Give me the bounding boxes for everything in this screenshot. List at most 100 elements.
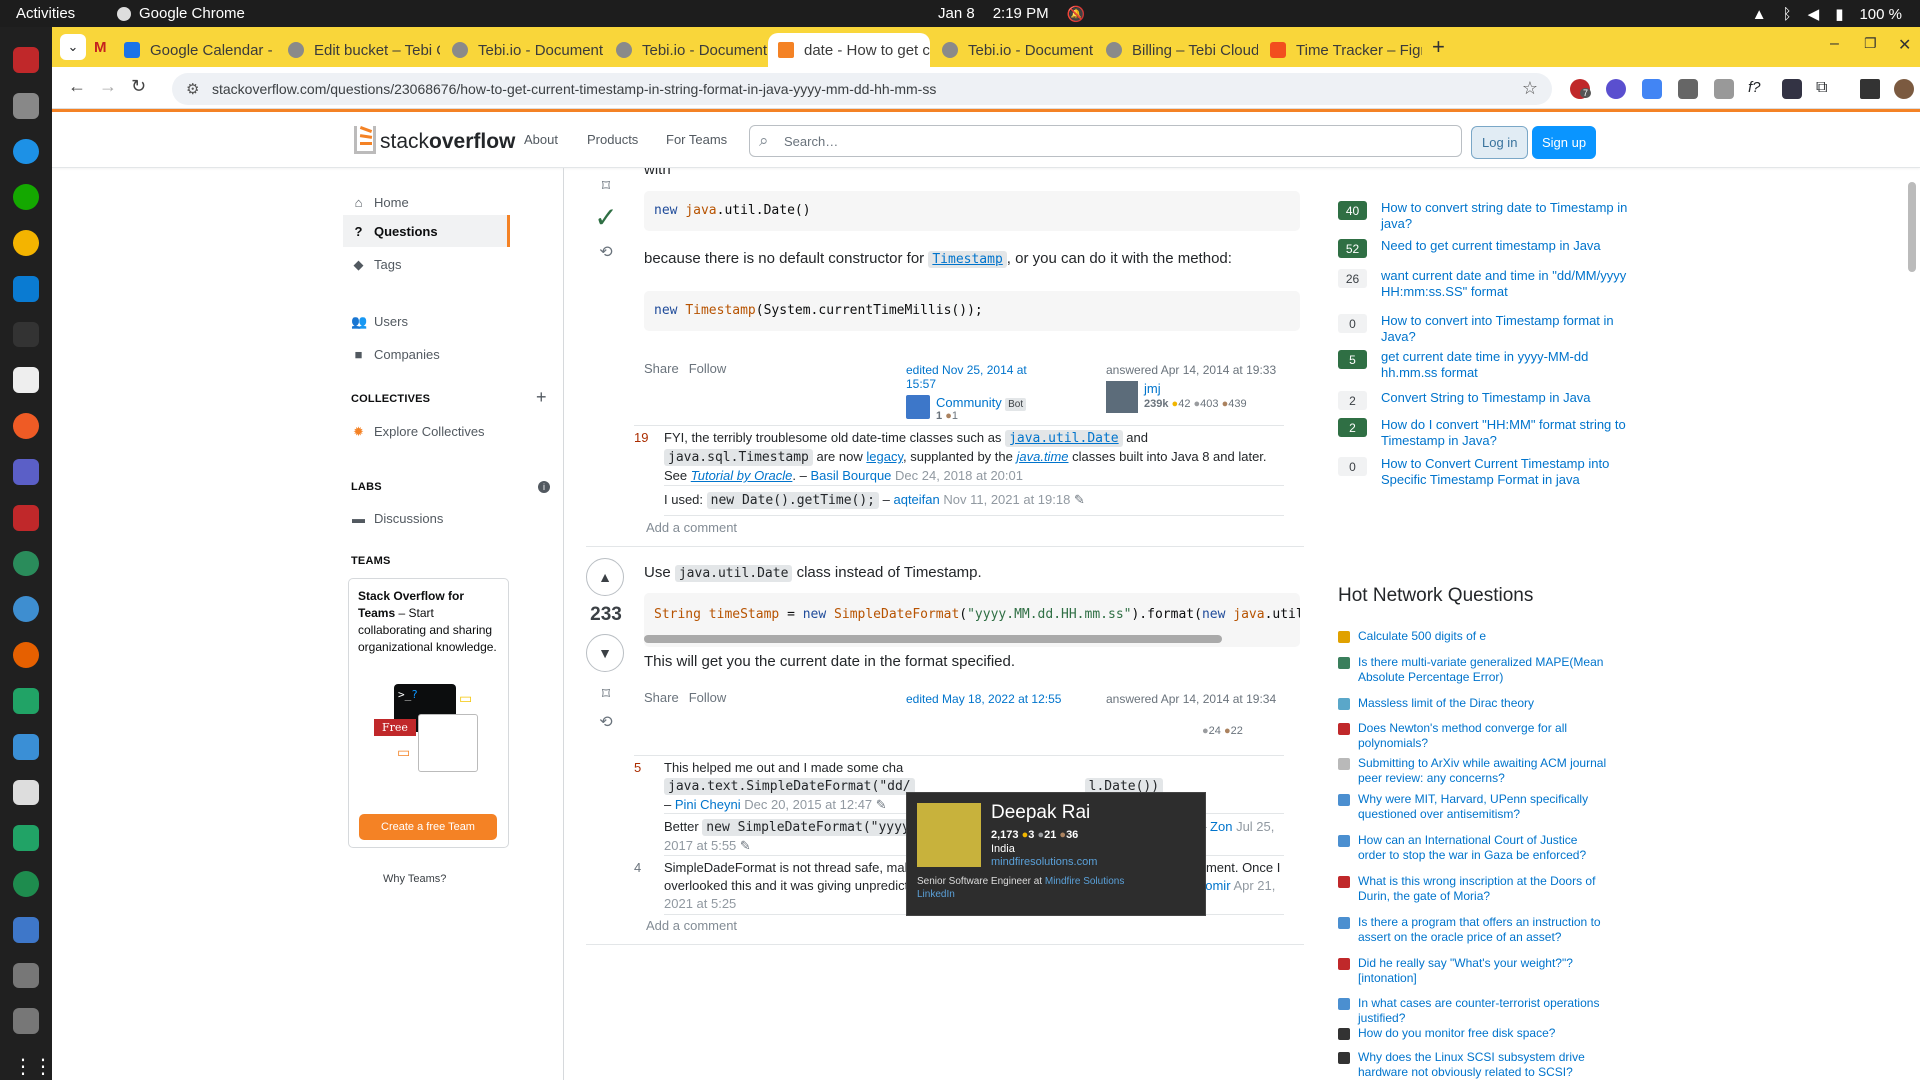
author-avatar[interactable] <box>1106 381 1138 413</box>
hot-question-title[interactable]: Calculate 500 digits of e <box>1358 629 1608 644</box>
linked-question-title[interactable]: How to convert into Timestamp format in … <box>1381 313 1631 345</box>
docker-icon[interactable] <box>13 138 39 165</box>
tab-tebi-docs-1[interactable]: Tebi.io - Document ✕ <box>442 33 604 67</box>
spreadsheet-icon[interactable] <box>13 687 39 714</box>
linked-question[interactable]: 0 How to Convert Current Timestamp into S… <box>1338 456 1638 488</box>
code-scrollbar[interactable] <box>644 635 1222 643</box>
hot-question-title[interactable]: Does Newton's method converge for all po… <box>1358 721 1608 751</box>
extension-icon-3[interactable] <box>1678 79 1698 99</box>
about-link[interactable]: About <box>524 132 558 147</box>
user-avatar[interactable] <box>917 803 981 867</box>
tab-tebi-docs-2[interactable]: Tebi.io - Document ✕ <box>606 33 768 67</box>
gmail-tab-icon[interactable]: M <box>94 39 107 56</box>
author-name[interactable]: jmj <box>1144 381 1161 396</box>
create-team-button[interactable]: Create a free Team <box>359 814 497 840</box>
linked-question-title[interactable]: Need to get current timestamp in Java <box>1381 238 1631 258</box>
hot-question[interactable]: Calculate 500 digits of e <box>1338 629 1638 644</box>
comment-user[interactable]: Basil Bourque <box>810 468 891 483</box>
hot-question-title[interactable]: Is there a program that offers an instru… <box>1358 915 1608 945</box>
hot-question-title[interactable]: Is there multi-variate generalized MAPE(… <box>1358 655 1608 685</box>
popup-linkedin-link[interactable]: LinkedIn <box>917 889 955 900</box>
disk-icon-1[interactable] <box>13 962 39 989</box>
comment-user[interactable]: Pini Cheyni <box>675 797 741 812</box>
postman-icon[interactable] <box>13 413 39 440</box>
search-input[interactable]: ⌕ Search… <box>749 125 1462 157</box>
stackoverflow-logo[interactable]: stackoverflow <box>354 126 515 154</box>
chrome-dock-icon[interactable] <box>13 230 39 256</box>
linked-question[interactable]: 2 How do I convert "HH:MM" format string … <box>1338 417 1638 449</box>
extension-icon-2[interactable] <box>1606 79 1626 99</box>
extension-icon-4[interactable] <box>1782 79 1802 99</box>
hot-question[interactable]: What is this wrong inscription at the Do… <box>1338 874 1638 904</box>
app-icon-6[interactable] <box>13 871 39 897</box>
hot-question-title[interactable]: How do you monitor free disk space? <box>1358 1026 1608 1041</box>
history-icon[interactable]: ⟲ <box>586 712 626 732</box>
bookmark-star-icon[interactable]: ☆ <box>1522 78 1538 99</box>
linked-question[interactable]: 5 get current date time in yyyy-MM-dd hh.… <box>1338 349 1638 381</box>
hot-question[interactable]: Massless limit of the Dirac theory <box>1338 696 1638 711</box>
hot-question-title[interactable]: How can an International Court of Justic… <box>1358 833 1608 863</box>
linked-question[interactable]: 52 Need to get current timestamp in Java <box>1338 238 1638 258</box>
app-icon-5[interactable] <box>13 733 39 760</box>
tab-edit-bucket[interactable]: Edit bucket – Tebi C ✕ <box>278 33 440 67</box>
editor-name[interactable]: Community <box>936 395 1002 410</box>
tab-tebi-docs-3[interactable]: Tebi.io - Document ✕ <box>932 33 1094 67</box>
popup-website-link[interactable]: mindfiresolutions.com <box>991 856 1097 868</box>
page-scrollbar[interactable] <box>1908 182 1916 272</box>
linked-question[interactable]: 26 want current date and time in "dd/MM/y… <box>1338 268 1638 300</box>
edited-link[interactable]: edited Nov 25, 2014 at 15:57 <box>906 363 1056 391</box>
tab-search-button[interactable]: ⌄ <box>60 34 86 60</box>
tab-stackoverflow[interactable]: date - How to get c ✕ <box>768 33 930 67</box>
share-link[interactable]: Share <box>644 361 679 376</box>
teams-icon[interactable] <box>13 459 39 485</box>
why-teams-link[interactable]: Why Teams? <box>383 873 446 885</box>
bookmark-icon[interactable]: ⌑ <box>586 684 626 704</box>
upvote-button[interactable]: ▲ <box>586 558 624 596</box>
tab-google-calendar[interactable]: Google Calendar - V ✕ <box>114 33 276 67</box>
nav-companies[interactable]: ■ Companies <box>343 338 509 370</box>
history-icon[interactable]: ⟲ <box>586 242 626 262</box>
bookmark-icon[interactable]: ⌑ <box>586 176 626 196</box>
maximize-button[interactable]: ❐ <box>1864 35 1877 52</box>
follow-link[interactable]: Follow <box>689 361 727 376</box>
share-link[interactable]: Share <box>644 690 679 705</box>
community-avatar[interactable] <box>906 395 930 419</box>
nav-tags[interactable]: ◆ Tags <box>343 248 509 280</box>
downvote-button[interactable]: ▼ <box>586 634 624 672</box>
nav-explore-collectives[interactable]: ✹ Explore Collectives <box>343 415 543 447</box>
comment-user[interactable]: Zon <box>1210 819 1232 834</box>
add-comment-link[interactable]: Add a comment <box>646 918 737 933</box>
close-window-button[interactable]: ✕ <box>1898 35 1911 55</box>
follow-link[interactable]: Follow <box>689 690 727 705</box>
site-info-icon[interactable]: ⚙ <box>186 80 199 98</box>
hot-question[interactable]: Submitting to ArXiv while awaiting ACM j… <box>1338 756 1638 786</box>
hot-question-title[interactable]: Why were MIT, Harvard, UPenn specificall… <box>1358 792 1608 822</box>
comment-user[interactable]: aqteifan <box>893 492 939 507</box>
system-tray[interactable]: ▲ ᛒ ◀ ▮ 100 % <box>1752 5 1902 24</box>
hot-question-title[interactable]: Massless limit of the Dirac theory <box>1358 696 1608 711</box>
hot-question-title[interactable]: Did he really say "What's your weight?"?… <box>1358 956 1608 986</box>
app-icon-3[interactable] <box>13 550 39 577</box>
clock[interactable]: Jan 8 2:19 PM 🔕 <box>938 5 1085 23</box>
popup-company-link[interactable]: Mindfire Solutions <box>1045 876 1124 887</box>
products-link[interactable]: Products <box>587 132 638 147</box>
vscode-icon[interactable] <box>13 275 39 302</box>
minimize-button[interactable]: – <box>1830 35 1839 53</box>
login-button[interactable]: Log in <box>1471 126 1529 159</box>
hot-question[interactable]: Why were MIT, Harvard, UPenn specificall… <box>1338 792 1638 822</box>
info-icon[interactable]: i <box>538 481 550 493</box>
new-tab-button[interactable]: + <box>1432 34 1445 60</box>
profile-avatar[interactable] <box>1894 79 1914 99</box>
hot-question[interactable]: Did he really say "What's your weight?"?… <box>1338 956 1638 986</box>
linked-question-title[interactable]: want current date and time in "dd/MM/yyy… <box>1381 268 1631 300</box>
app-menu[interactable]: Google Chrome <box>117 5 245 22</box>
edited-link[interactable]: edited May 18, 2022 at 12:55 <box>906 692 1061 706</box>
linked-question-title[interactable]: Convert String to Timestamp in Java <box>1381 390 1631 410</box>
linked-question-title[interactable]: How to convert string date to Timestamp … <box>1381 200 1631 232</box>
app-icon-2[interactable] <box>13 504 39 531</box>
nav-users[interactable]: 👥 Users <box>343 305 509 337</box>
hot-question-title[interactable]: Why does the Linux SCSI subsystem drive … <box>1358 1050 1608 1080</box>
tab-time-tracker[interactable]: Time Tracker – Fign ✕ <box>1260 33 1422 67</box>
hot-question[interactable]: In what cases are counter-terrorist oper… <box>1338 996 1638 1026</box>
linked-question[interactable]: 0 How to convert into Timestamp format in… <box>1338 313 1638 345</box>
